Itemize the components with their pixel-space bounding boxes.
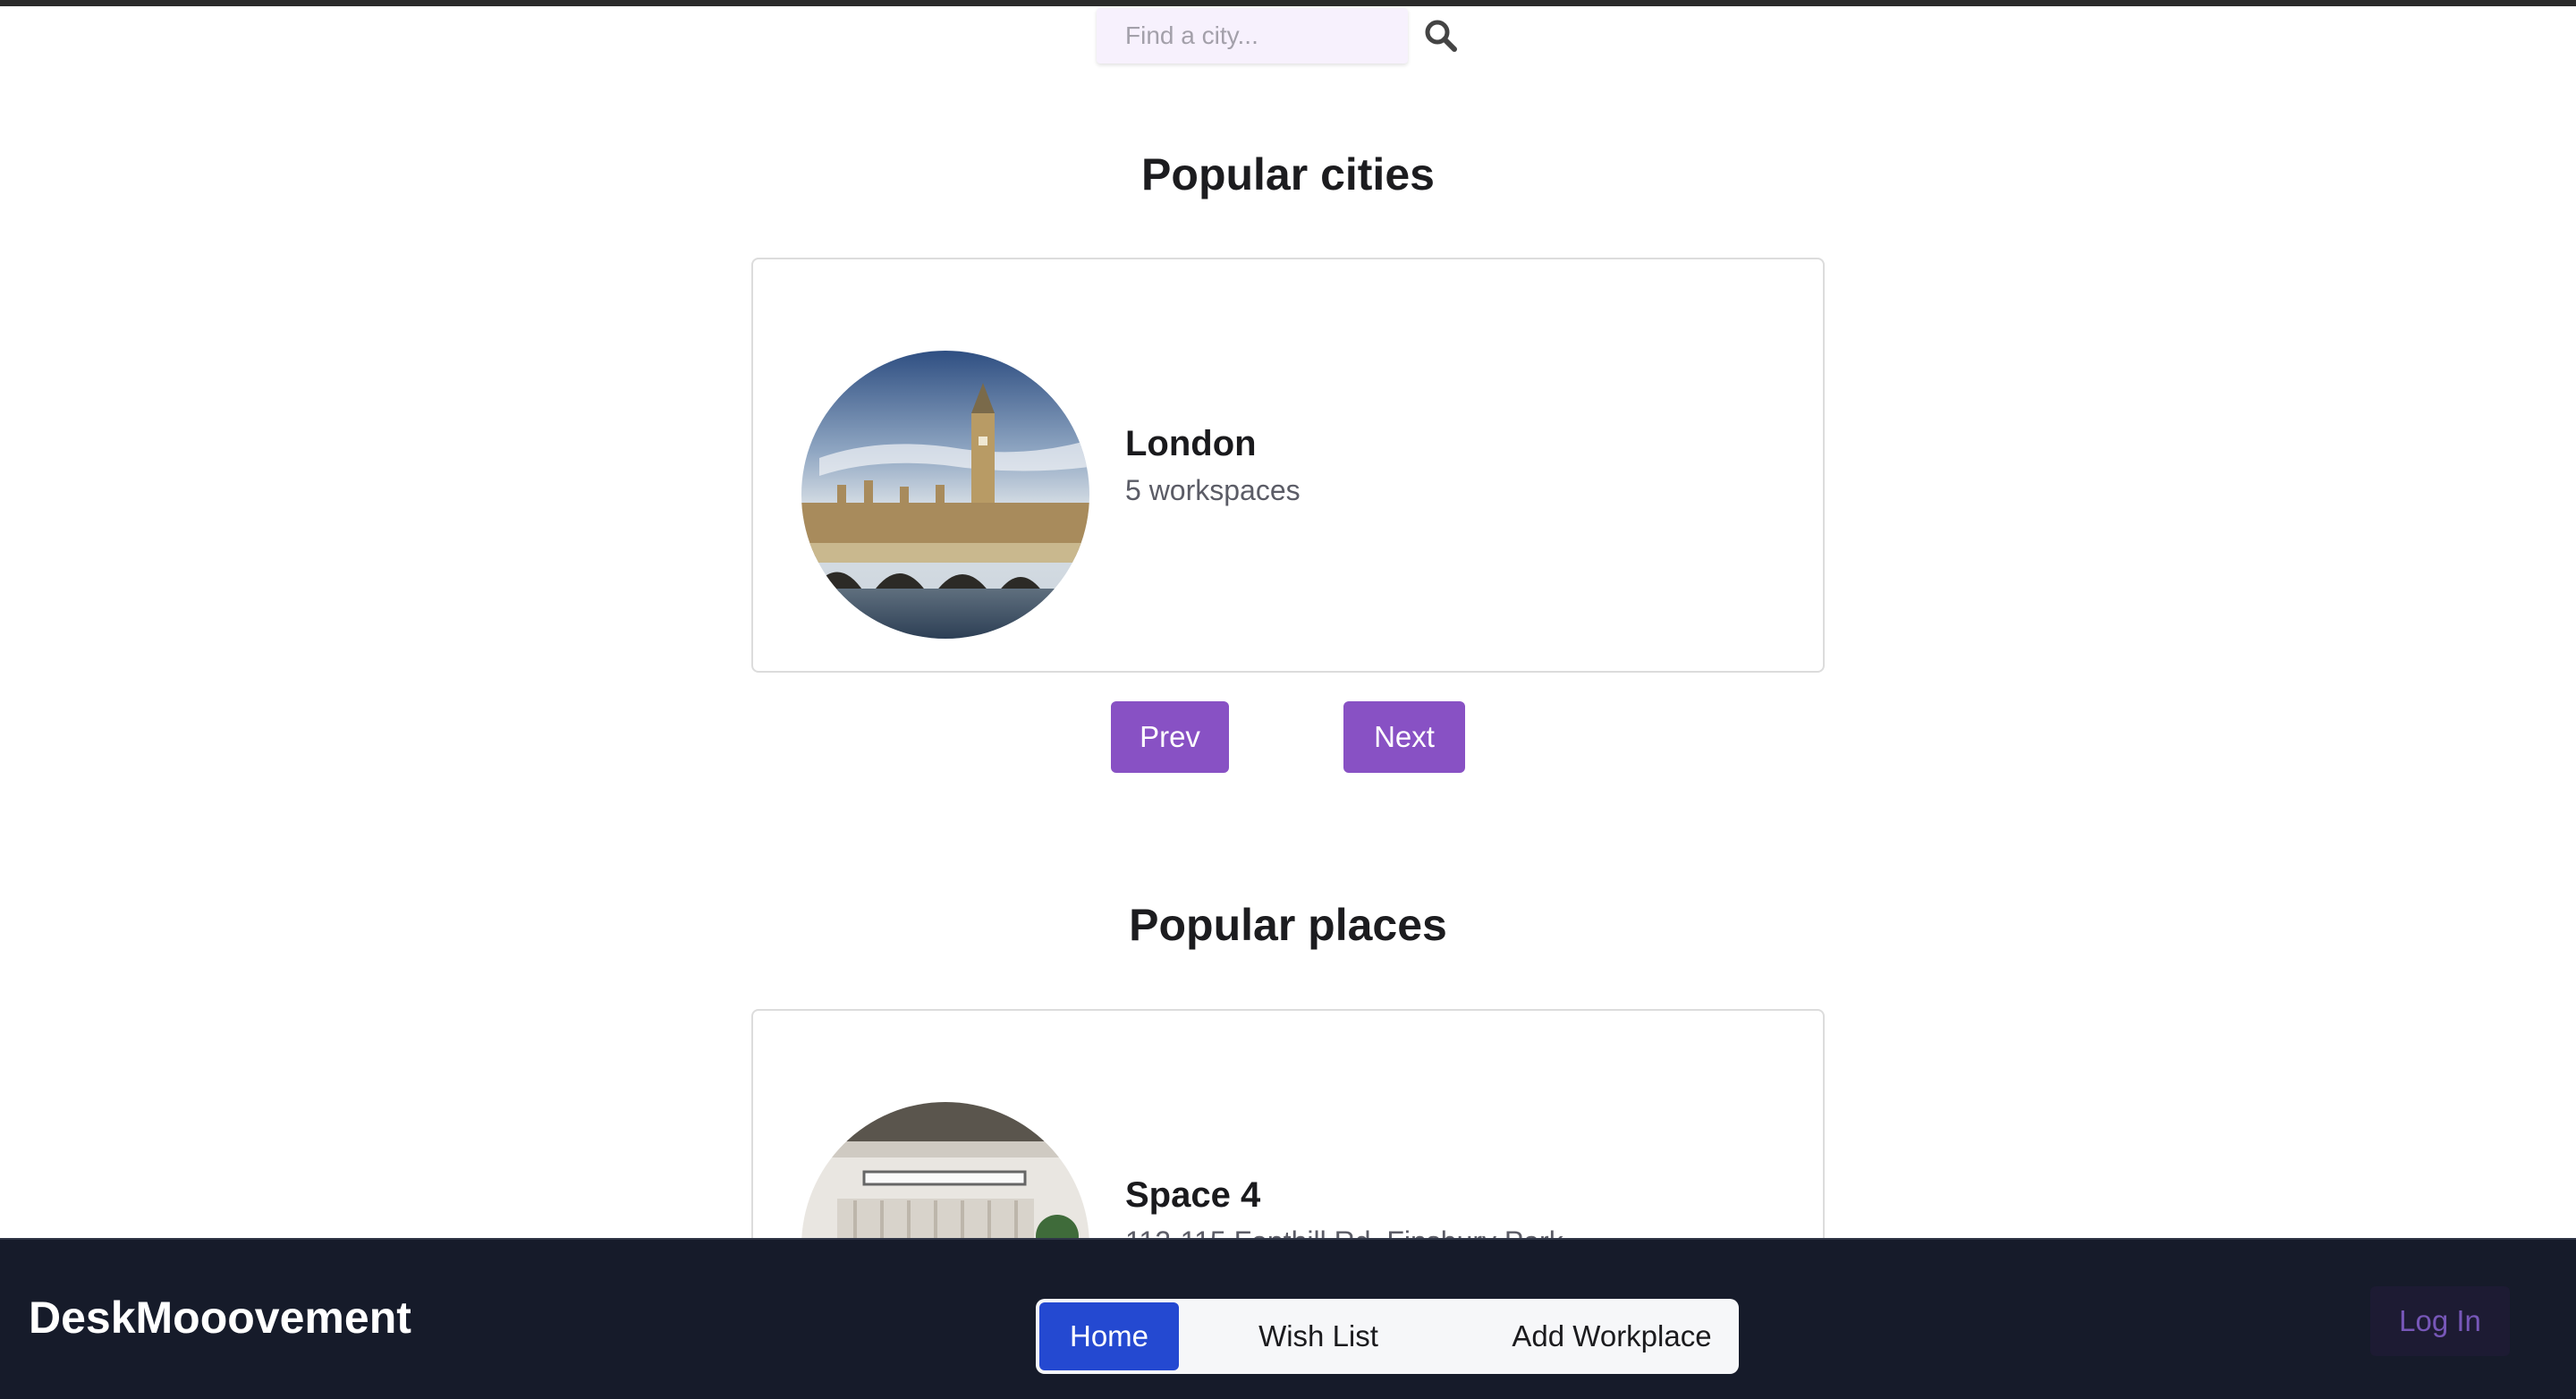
prev-button[interactable]: Prev bbox=[1111, 701, 1229, 773]
city-workspace-count: 5 workspaces bbox=[1125, 474, 1301, 506]
top-border bbox=[0, 0, 2576, 6]
popular-cities-heading: Popular cities bbox=[1141, 149, 1435, 199]
main-nav: Home Wish List Add Workplace bbox=[1036, 1299, 1739, 1374]
city-image bbox=[801, 351, 1089, 639]
city-search-input[interactable] bbox=[1097, 8, 1408, 64]
city-search bbox=[1097, 8, 1472, 65]
place-name: Space 4 bbox=[1125, 1175, 1261, 1215]
nav-add-workplace[interactable]: Add Workplace bbox=[1492, 1302, 1732, 1370]
login-button[interactable]: Log In bbox=[2370, 1286, 2510, 1356]
nav-home[interactable]: Home bbox=[1039, 1302, 1179, 1370]
nav-wish-list[interactable]: Wish List bbox=[1236, 1302, 1401, 1370]
brand-logo[interactable]: DeskMooovement bbox=[29, 1292, 411, 1344]
popular-places-heading: Popular places bbox=[1129, 900, 1447, 950]
city-card[interactable]: London 5 workspaces bbox=[751, 258, 1825, 673]
city-name: London bbox=[1125, 424, 1257, 463]
footer-bar: DeskMooovement Home Wish List Add Workpl… bbox=[0, 1238, 2576, 1399]
search-icon[interactable] bbox=[1422, 17, 1460, 55]
next-button[interactable]: Next bbox=[1343, 701, 1465, 773]
